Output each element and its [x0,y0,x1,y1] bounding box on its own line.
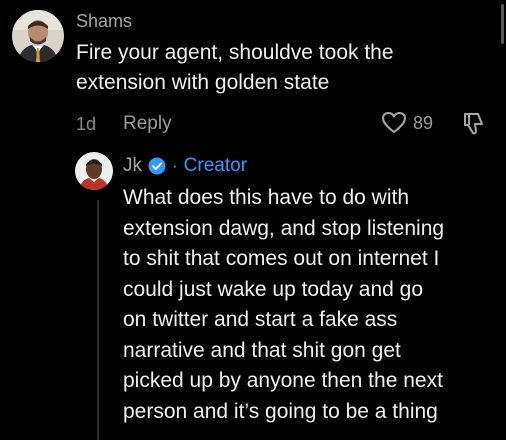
reply-text-line: could just wake up today and go [123,277,424,301]
comment-avatar[interactable] [12,10,64,62]
comment-text: Fire your agent, shouldve took the exten… [76,38,394,98]
profile-photo-icon [12,10,64,62]
like-count: 89 [413,112,434,133]
reply-text: What does this have to do with extension… [123,183,444,427]
separator-dot: · [172,156,178,175]
comment-text-line: Fire your agent, shouldve took the [76,41,394,64]
reply-text-line: person and it’s going to be a thing [123,399,438,423]
reply-text-line: picked up by anyone then the next [123,369,443,392]
reply-text-line: What does this have to do with [123,186,409,209]
dislike-button[interactable] [461,111,487,142]
heart-icon [382,112,406,133]
verified-badge-icon [148,157,166,175]
reply-text-line: narrative and that shit gon get [123,338,401,362]
comment-username[interactable]: Shams [76,11,132,32]
creator-label: Creator [183,155,248,176]
reply-username[interactable]: Jk [123,155,142,177]
reply-text-line: on twitter and start a fake ass [123,308,398,331]
reply-text-line: extension dawg, and stop listening [123,216,445,240]
like-button[interactable]: 89 [381,111,433,135]
comment-text-line: extension with golden state [76,71,330,94]
reply-button[interactable]: Reply [123,113,172,135]
profile-photo-icon [75,152,113,190]
scrollbar[interactable] [501,4,504,44]
comment-timestamp: 1d [76,114,97,134]
thread-line [97,200,99,440]
reply-text-line: to shit that comes out on internet I [123,247,440,270]
reply-avatar[interactable] [75,152,113,190]
reply-header: Jk · Creator [123,155,247,177]
thumbs-down-icon [464,113,483,135]
